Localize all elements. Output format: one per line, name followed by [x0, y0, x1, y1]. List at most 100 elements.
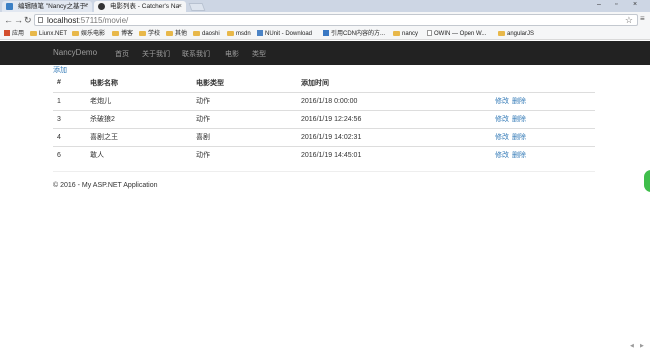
- cell-type: 喜剧: [192, 127, 297, 146]
- scroll-right-icon[interactable]: ▶: [640, 343, 644, 349]
- edit-link[interactable]: 修改: [495, 152, 509, 159]
- delete-link[interactable]: 删除: [512, 134, 526, 141]
- table-header-row: # 电影名称 电影类型 添加时间: [53, 74, 595, 93]
- cell-type: 动作: [192, 91, 297, 110]
- cell-date: 2016/1/18 0:00:00: [297, 91, 491, 110]
- maximize-icon[interactable]: ▫: [615, 1, 617, 8]
- tab-title: 电影列表 - Catcher's Na: [110, 3, 180, 10]
- cell-type: 动作: [192, 109, 297, 128]
- cell-actions: 修改 删除: [491, 91, 595, 110]
- nav-link-types[interactable]: 类型: [252, 49, 266, 59]
- close-icon[interactable]: ×: [178, 1, 182, 12]
- edit-link[interactable]: 修改: [495, 134, 509, 141]
- blog-favicon-icon: [6, 3, 13, 10]
- folder-icon: [227, 31, 234, 36]
- bookmark-item[interactable]: Liunx.NET: [30, 29, 67, 39]
- bookmark-item[interactable]: 其他: [166, 29, 187, 39]
- column-header-date: 添加时间: [297, 74, 491, 93]
- floating-widget-button[interactable]: [644, 170, 650, 192]
- site-favicon-icon: [98, 3, 105, 10]
- table-row: 4 喜剧之王 喜剧 2016/1/19 14:02:31 修改 删除: [53, 127, 595, 146]
- edit-link[interactable]: 修改: [495, 116, 509, 123]
- cell-date: 2016/1/19 12:24:56: [297, 109, 491, 128]
- cell-name: 老炮儿: [86, 91, 192, 110]
- bookmark-item[interactable]: 学校: [139, 29, 160, 39]
- address-bar[interactable]: localhost:57115/movie/ ☆: [34, 14, 638, 26]
- bookmark-item[interactable]: daoshi: [193, 29, 220, 39]
- cell-actions: 修改 删除: [491, 127, 595, 146]
- browser-toolbar: ← → ↻ localhost:57115/movie/ ☆: [0, 12, 650, 28]
- close-icon[interactable]: ×: [84, 1, 88, 12]
- cell-type: 动作: [192, 145, 297, 164]
- cell-name: 喜剧之王: [86, 127, 192, 146]
- nunit-icon: [257, 30, 263, 36]
- address-url: localhost:57115/movie/: [47, 16, 129, 25]
- folder-icon: [166, 31, 173, 36]
- browser-tab-movie-list[interactable]: 电影列表 - Catcher's Na ×: [94, 1, 186, 12]
- bookmark-item[interactable]: NUnit - Download: [257, 29, 312, 39]
- cell-date: 2016/1/19 14:02:31: [297, 127, 491, 146]
- bookmark-item[interactable]: OWIN — Open W...: [427, 29, 486, 39]
- cell-id: 6: [53, 145, 86, 164]
- nav-link-about[interactable]: 关于我们: [142, 49, 170, 59]
- nav-link-home[interactable]: 首页: [115, 49, 129, 59]
- bookmark-item[interactable]: angularJS: [498, 29, 534, 39]
- page-footer: © 2016 - My ASP.NET Application: [53, 182, 158, 189]
- delete-link[interactable]: 删除: [512, 152, 526, 159]
- nav-link-movies[interactable]: 电影: [225, 49, 239, 59]
- cell-name: 敢人: [86, 145, 192, 164]
- window-close-icon[interactable]: ×: [633, 1, 637, 8]
- browser-tab-strip: 编辑随笔 "Nancy之基于" × 电影列表 - Catcher's Na × …: [0, 0, 650, 12]
- column-header-id: #: [53, 74, 86, 93]
- cdn-icon: [323, 30, 329, 36]
- browser-tab-edit-post[interactable]: 编辑随笔 "Nancy之基于" ×: [2, 1, 92, 12]
- column-header-actions: [491, 74, 595, 93]
- reload-icon[interactable]: ↻: [24, 15, 32, 25]
- column-header-type: 电影类型: [192, 74, 297, 93]
- table-row: 6 敢人 动作 2016/1/19 14:45:01 修改 删除: [53, 145, 595, 164]
- table-row: 3 杀破狼2 动作 2016/1/19 12:24:56 修改 删除: [53, 109, 595, 128]
- edit-link[interactable]: 修改: [495, 98, 509, 105]
- site-brand-link[interactable]: NancyDemo: [53, 48, 97, 57]
- cell-name: 杀破狼2: [86, 109, 192, 128]
- bookmark-item[interactable]: 引用CDN内容的方...: [323, 29, 385, 39]
- new-tab-button[interactable]: [188, 3, 206, 11]
- bookmark-star-icon[interactable]: ☆: [625, 15, 633, 26]
- scroll-left-icon[interactable]: ◀: [630, 343, 634, 349]
- cell-actions: 修改 删除: [491, 109, 595, 128]
- bookmarks-bar: 应用 Liunx.NET 娱乐电影 博客 学校 其他 daoshi msdn N…: [0, 28, 650, 40]
- cell-actions: 修改 删除: [491, 145, 595, 164]
- delete-link[interactable]: 删除: [512, 116, 526, 123]
- page-icon: [38, 17, 43, 23]
- site-navbar: NancyDemo 首页 关于我们 联系我们 电影 类型: [0, 41, 650, 65]
- minimize-icon[interactable]: –: [597, 1, 601, 8]
- folder-icon: [112, 31, 119, 36]
- document-icon: [427, 30, 432, 36]
- bookmark-item[interactable]: 博客: [112, 29, 133, 39]
- cell-id: 1: [53, 91, 86, 110]
- bookmark-item[interactable]: msdn: [227, 29, 251, 39]
- folder-icon: [139, 31, 146, 36]
- folder-icon: [30, 31, 37, 36]
- folder-icon: [393, 31, 400, 36]
- folder-icon: [72, 31, 79, 36]
- apps-icon: [4, 30, 10, 36]
- bookmark-item[interactable]: 应用: [4, 29, 24, 39]
- cell-id: 4: [53, 127, 86, 146]
- folder-icon: [498, 31, 505, 36]
- forward-arrow-icon[interactable]: →: [14, 15, 23, 25]
- bookmark-item[interactable]: nancy: [393, 29, 418, 39]
- column-header-name: 电影名称: [86, 74, 192, 93]
- delete-link[interactable]: 删除: [512, 98, 526, 105]
- tab-title: 编辑随笔 "Nancy之基于": [18, 3, 89, 10]
- bookmark-item[interactable]: 娱乐电影: [72, 29, 105, 39]
- nav-link-contact[interactable]: 联系我们: [182, 49, 210, 59]
- back-arrow-icon[interactable]: ←: [4, 15, 13, 25]
- table-row: 1 老炮儿 动作 2016/1/18 0:00:00 修改 删除: [53, 91, 595, 110]
- browser-menu-icon[interactable]: ≡: [640, 14, 645, 23]
- cell-date: 2016/1/19 14:45:01: [297, 145, 491, 164]
- footer-divider: [53, 171, 595, 172]
- folder-icon: [193, 31, 200, 36]
- cell-id: 3: [53, 109, 86, 128]
- movie-table: # 电影名称 电影类型 添加时间 1 老炮儿 动作 2016/1/18 0:00…: [53, 74, 595, 164]
